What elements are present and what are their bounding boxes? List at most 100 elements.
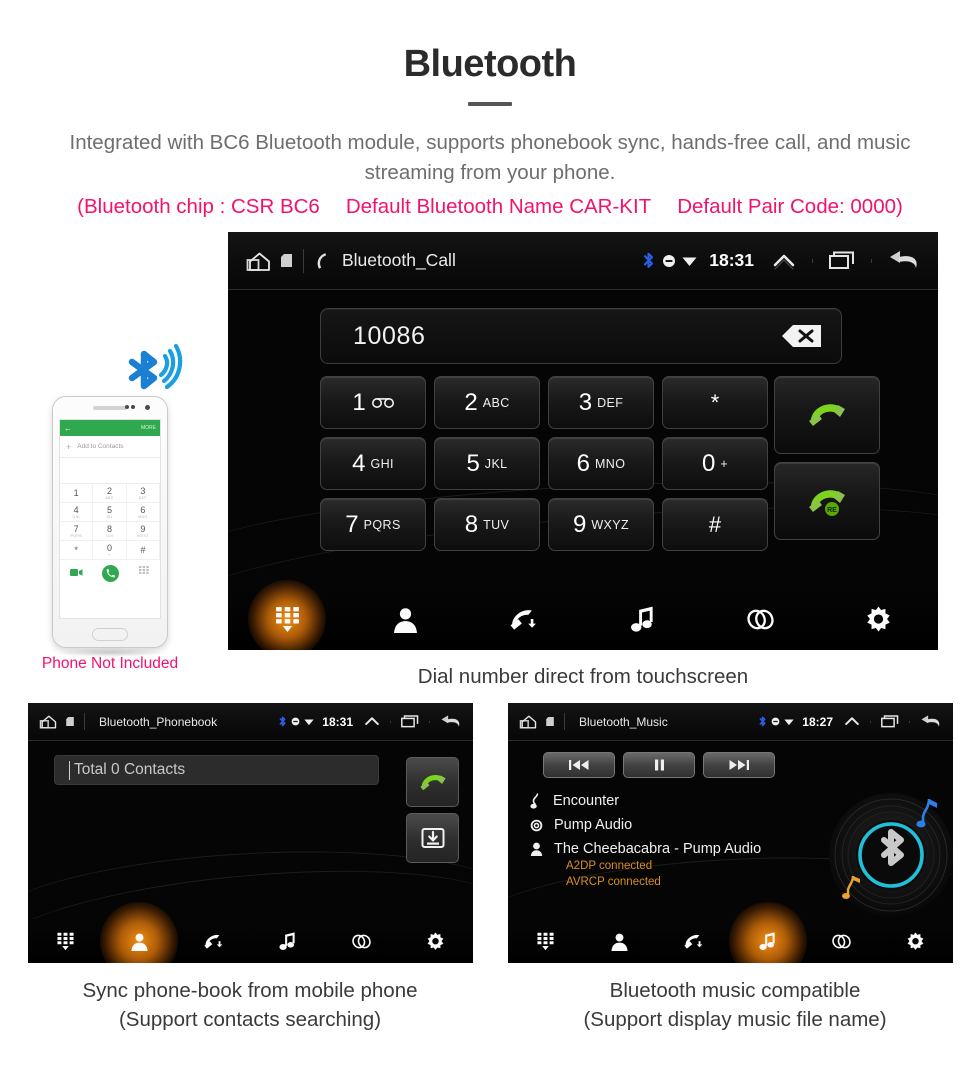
dial-key-8[interactable]: 8 TUV [434, 498, 540, 551]
redial-button[interactable]: RE [774, 462, 880, 540]
sdcard-icon [281, 254, 292, 267]
call-button[interactable] [774, 376, 880, 454]
dial-key-3[interactable]: 3 DEF [548, 376, 654, 429]
chevron-up-icon[interactable] [844, 715, 860, 728]
phone-keypad-toggle-icon[interactable] [139, 564, 150, 582]
dial-key-4[interactable]: 4 GHI [320, 437, 426, 490]
home-icon[interactable] [244, 249, 274, 273]
dial-key-2[interactable]: 2 ABC [434, 376, 540, 429]
nav-item-link[interactable] [701, 606, 819, 633]
nav-item-music[interactable] [583, 606, 701, 633]
dial-key-digit: * [710, 389, 720, 415]
backspace-icon[interactable] [781, 323, 823, 349]
nav-item-call-log[interactable] [656, 932, 730, 951]
phone-more-button[interactable]: MORE [141, 425, 156, 431]
dial-key-0[interactable]: 0 + [662, 437, 768, 490]
back-arrow-icon[interactable] [440, 714, 463, 730]
phone-key[interactable]: 1 [60, 484, 94, 503]
download-contacts-icon [421, 827, 445, 849]
phone-key-letters: TUV [105, 534, 114, 538]
phone-key[interactable]: 9 WXYZ [126, 522, 160, 541]
dial-key-5[interactable]: 5 JKL [434, 437, 540, 490]
a2dp-status: A2DP connected [566, 860, 653, 872]
phone-home-button[interactable] [92, 628, 128, 641]
nav-item-settings[interactable] [820, 606, 938, 633]
dialer-bottom-nav[interactable] [228, 588, 938, 650]
phone-key[interactable]: 3 DEF [126, 484, 160, 503]
bluetooth-icon [279, 716, 286, 727]
nav-item-call-log[interactable] [465, 606, 583, 633]
contacts-icon [392, 606, 419, 633]
phone-keypad[interactable]: 1 2 ABC 3 DEF 4 GHI 5 JKL 6 MNO 7 PQRS 8 TUV 9 WXYZ * 0 + # [60, 484, 160, 560]
phone-speaker [93, 406, 127, 410]
nav-item-contacts[interactable] [346, 606, 464, 633]
track-title-row: Encounter [530, 793, 761, 809]
nav-item-contacts[interactable] [582, 932, 656, 951]
home-icon[interactable] [38, 713, 59, 730]
dial-key-hash[interactable]: # [662, 498, 768, 551]
phone-key[interactable]: 5 JKL [93, 503, 127, 522]
phone-key[interactable]: 4 GHI [60, 503, 94, 522]
phone-key[interactable]: 7 PQRS [60, 522, 94, 541]
phone-video-call-icon[interactable] [69, 564, 83, 582]
dial-key-digit: 7 [345, 510, 359, 538]
home-icon[interactable] [518, 713, 539, 730]
chevron-up-icon[interactable] [364, 715, 380, 728]
phone-key[interactable]: * [60, 541, 94, 560]
nav-item-settings[interactable] [879, 931, 953, 951]
music-transport-controls[interactable] [543, 752, 775, 778]
dial-number-input[interactable]: 10086 [320, 308, 842, 364]
recents-icon[interactable] [881, 715, 899, 728]
dial-key-6[interactable]: 6 MNO [548, 437, 654, 490]
download-contacts-button[interactable] [406, 813, 459, 863]
phonebook-call-button[interactable] [406, 757, 459, 807]
phone-key[interactable]: 8 TUV [93, 522, 127, 541]
phone-sensor-2 [131, 405, 135, 409]
dial-key-digit: 6 [576, 449, 590, 477]
recents-icon[interactable] [829, 251, 855, 270]
nav-item-link[interactable] [325, 932, 399, 951]
nav-item-contacts[interactable] [102, 932, 176, 951]
nav-item-call-log[interactable] [176, 932, 250, 951]
phone-handset-icon [315, 252, 329, 270]
dial-key-star[interactable]: * [662, 376, 768, 429]
gear-icon [865, 606, 892, 633]
nav-item-link[interactable] [805, 932, 879, 951]
chevron-up-icon[interactable] [772, 251, 796, 271]
nav-item-music[interactable] [731, 931, 805, 951]
page-title: Bluetooth [403, 43, 577, 85]
dial-key-letters: DEF [597, 395, 624, 410]
phone-key-letters: MNO [138, 515, 148, 519]
back-arrow-icon[interactable] [888, 249, 922, 273]
next-track-button[interactable] [703, 752, 775, 778]
phone-add-to-contacts-row[interactable]: + Add to Contacts [60, 436, 160, 458]
previous-track-button[interactable] [543, 752, 615, 778]
phone-key[interactable]: 2 ABC [93, 484, 127, 503]
pause-button[interactable] [623, 752, 695, 778]
back-arrow-icon[interactable] [920, 714, 943, 730]
contacts-search-input[interactable]: Total 0 Contacts [54, 755, 379, 785]
phone-back-arrow[interactable]: ← [64, 424, 72, 433]
phonebook-caption-line1: Sync phone-book from mobile phone [82, 979, 418, 1002]
nav-item-dialpad[interactable] [28, 932, 102, 951]
dial-key-1[interactable]: 1 [320, 376, 426, 429]
nav-item-dialpad[interactable] [508, 932, 582, 951]
text-caret [69, 760, 70, 780]
artist-name: The Cheebacabra - Pump Audio [554, 841, 762, 857]
phone-key[interactable]: 6 MNO [126, 503, 160, 522]
dial-key-7[interactable]: 7 PQRS [320, 498, 426, 551]
dial-key-digit: 2 [464, 388, 478, 416]
skip-previous-icon [569, 759, 589, 771]
phonebook-bottom-nav[interactable] [28, 919, 473, 963]
phone-call-button[interactable] [102, 564, 120, 582]
nav-item-music[interactable] [251, 931, 325, 951]
dial-key-9[interactable]: 9 WXYZ [548, 498, 654, 551]
phone-key[interactable]: # [126, 541, 160, 560]
nav-item-settings[interactable] [399, 931, 473, 951]
nav-item-dialpad[interactable] [228, 606, 346, 633]
phone-key[interactable]: 0 + [93, 541, 127, 560]
dialpad-keys[interactable]: 1 2 ABC 3 DEF * 4 GHI 5 JKL 6 MNO 0 + 7 PQRS 8 TUV 9 WXYZ # [320, 376, 768, 551]
recents-icon[interactable] [401, 715, 419, 728]
music-bottom-nav[interactable] [508, 919, 953, 963]
artist-row: The Cheebacabra - Pump Audio [530, 841, 761, 857]
